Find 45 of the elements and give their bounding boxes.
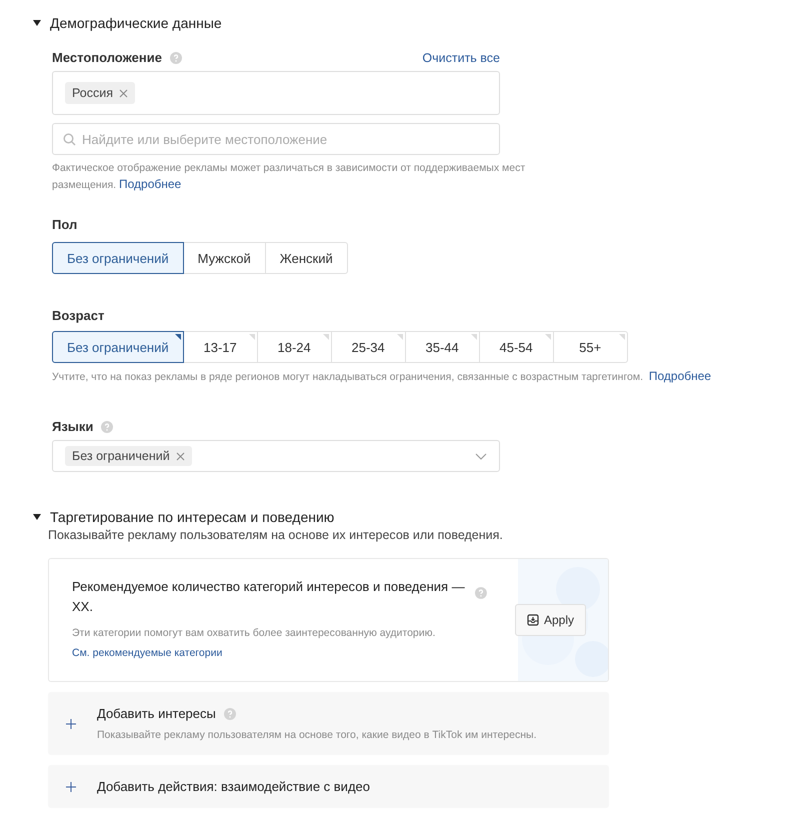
apply-button[interactable]: Apply [514, 604, 586, 636]
language-tag: Без ограничений [65, 446, 192, 466]
location-tag: Россия [65, 82, 135, 104]
clear-all-link[interactable]: Очистить все [422, 50, 500, 64]
field-label: Языки [52, 419, 94, 434]
age-option[interactable]: 35-44 [404, 331, 480, 363]
field-label: Местоположение [52, 50, 162, 65]
recommended-categories-link[interactable]: См. рекомендуемые категории [72, 647, 222, 659]
age-option[interactable]: Без ограничений [52, 331, 184, 363]
age-option[interactable]: 55+ [552, 331, 628, 363]
section-title: Таргетирование по интересам и поведению [50, 509, 334, 525]
location-search-field[interactable]: Найдите или выберите местоположение [52, 123, 500, 155]
location-note: Фактическое отображение рекламы может различаться в зависимости от поддерживаемых мест размещения. Подробнее [52, 161, 526, 193]
gender-option[interactable]: Без ограничений [52, 242, 184, 274]
plus-icon [66, 718, 76, 728]
chevron-down-icon [475, 452, 487, 460]
gender-option[interactable]: Мужской [182, 242, 266, 274]
section-subtitle: Показывайте рекламу пользователям на основе их интересов или поведения. [48, 528, 504, 542]
age-option[interactable]: 18-24 [256, 331, 332, 363]
inbox-icon [526, 614, 539, 626]
close-icon[interactable] [176, 452, 185, 460]
panel-description: Показывайте рекламу пользователям на основе того, какие видео в TikTok им интересны. [97, 729, 536, 741]
caret-icon[interactable] [33, 20, 41, 26]
recommendation-title: Рекомендуемое количество категорий интересов и поведения — XX. [72, 578, 466, 616]
more-link[interactable]: Подробнее [648, 369, 712, 383]
languages-select[interactable]: Без ограничений [52, 440, 500, 472]
caret-icon[interactable] [33, 514, 41, 520]
field-label: Пол [52, 217, 78, 232]
panel-title: Добавить интересы [97, 706, 216, 721]
close-icon[interactable] [119, 88, 128, 98]
recommendation-text: Эти категории помогут вам охватить более заинтересованную аудиторию. См. рекомендуемые категории [72, 626, 436, 661]
age-note: Учтите, что на показ рекламы в ряде регионов могут накладываться ограничения, связанные с возрастным таргетингом. Подробнее [52, 368, 712, 385]
location-tags-field[interactable]: Россия [52, 71, 500, 115]
age-option[interactable]: 13-17 [182, 331, 258, 363]
more-link[interactable]: Подробнее [118, 177, 182, 191]
field-label: Возраст [52, 308, 106, 323]
section-title: Демографические данные [50, 15, 222, 31]
age-option[interactable]: 45-54 [478, 331, 554, 363]
add-targeting-panel[interactable]: Добавить интересы Показывайте рекламу пользователям на основе того, какие видео в TikTok им интересны. [48, 692, 609, 755]
plus-icon [66, 782, 76, 792]
gender-option[interactable]: Женский [264, 242, 348, 274]
age-option[interactable]: 25-34 [330, 331, 406, 363]
add-targeting-panel[interactable]: Добавить действия: взаимодействие с видео [48, 765, 609, 808]
search-icon [63, 133, 76, 146]
panel-title: Добавить действия: взаимодействие с видео [97, 779, 370, 794]
